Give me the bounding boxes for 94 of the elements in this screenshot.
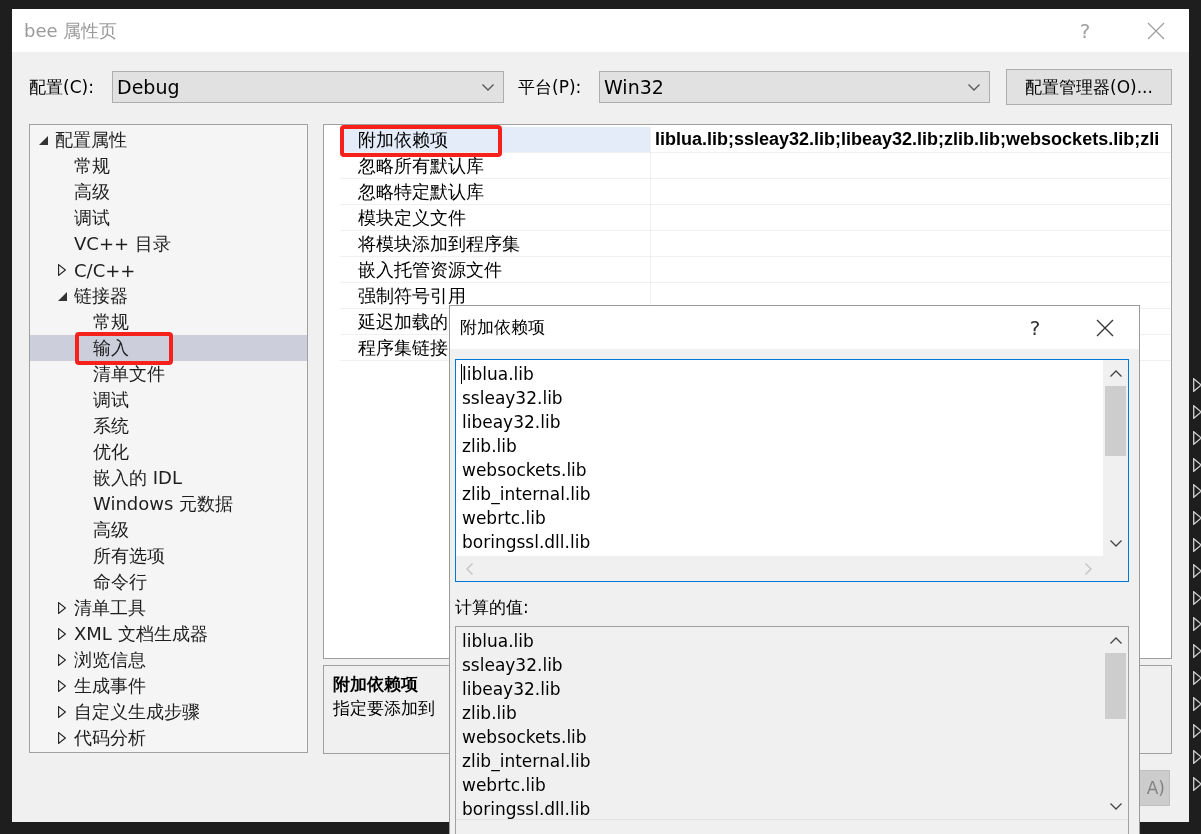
collapsed-arrow-icon[interactable] <box>58 602 66 614</box>
tree-item[interactable]: 浏览信息 <box>30 647 307 673</box>
property-name[interactable]: 忽略特定默认库 <box>340 179 651 205</box>
triangle-icon <box>1193 431 1201 446</box>
text-line: liblua.lib <box>462 363 534 386</box>
tree-item[interactable]: 系统 <box>30 413 307 439</box>
tree-item[interactable]: 链接器 <box>30 283 307 309</box>
platform-label: 平台(P): <box>517 75 583 99</box>
scrollbar-thumb[interactable] <box>1105 386 1126 456</box>
description-text: 指定要添加到 <box>333 697 435 720</box>
tree-item[interactable]: 命令行 <box>30 569 307 595</box>
text-line: boringssl.dll.lib <box>462 531 591 554</box>
expanded-arrow-icon[interactable] <box>38 135 48 145</box>
triangle-icon <box>1193 484 1201 499</box>
scrollbar-thumb[interactable] <box>1105 653 1126 719</box>
dialog-title: 附加依赖项 <box>460 316 545 339</box>
tree-item[interactable]: Windows 元数据 <box>30 491 307 517</box>
text-line: webrtc.lib <box>462 774 546 797</box>
triangle-icon <box>1193 723 1201 738</box>
tree-item[interactable]: 高级 <box>30 179 307 205</box>
close-icon[interactable] <box>1096 318 1114 337</box>
description-title: 附加依赖项 <box>333 673 418 696</box>
text-line: zlib_internal.lib <box>462 483 591 506</box>
triangle-icon <box>1193 697 1201 712</box>
text-line: ssleay32.lib <box>462 654 563 677</box>
text-line: zlib.lib <box>462 702 517 725</box>
tree-item[interactable]: 常规 <box>30 153 307 179</box>
property-name[interactable]: 强制符号引用 <box>340 283 651 309</box>
triangle-icon <box>1193 643 1201 658</box>
property-value: liblua.lib;ssleay32.lib;libeay32.lib;zlib.lib;websockets.lib;zli <box>655 129 1160 150</box>
tree-item[interactable]: VC++ 目录 <box>30 231 307 257</box>
tree-item[interactable]: 配置属性 <box>30 127 307 153</box>
text-line: libeay32.lib <box>462 678 561 701</box>
collapsed-arrow-icon[interactable] <box>58 628 66 640</box>
tree-item[interactable]: 高级 <box>30 517 307 543</box>
expanded-arrow-icon[interactable] <box>57 291 67 301</box>
tree-item[interactable]: 所有选项 <box>30 543 307 569</box>
tree-item[interactable]: 输入 <box>30 335 307 361</box>
triangle-icon <box>1193 670 1201 685</box>
chevron-down-icon[interactable] <box>482 83 494 91</box>
text-line: zlib_internal.lib <box>462 750 591 773</box>
triangle-icon <box>1193 404 1201 419</box>
text-line: webrtc.lib <box>462 507 546 530</box>
config-dropdown[interactable]: Debug <box>112 71 504 103</box>
property-name[interactable]: 嵌入托管资源文件 <box>340 257 651 283</box>
triangle-icon <box>1193 510 1201 525</box>
collapsed-arrow-icon[interactable] <box>58 264 66 276</box>
property-name[interactable]: 模块定义文件 <box>340 205 651 231</box>
tree-item[interactable]: 自定义生成步骤 <box>30 699 307 725</box>
computed-value-label: 计算的值: <box>455 596 529 619</box>
window-title: bee 属性页 <box>24 18 118 43</box>
tree-item[interactable]: C/C++ <box>30 257 307 283</box>
collapsed-arrow-icon[interactable] <box>58 654 66 666</box>
text-line: zlib.lib <box>462 435 517 458</box>
chevron-down-icon[interactable] <box>968 83 980 91</box>
triangle-icon <box>1193 590 1201 605</box>
triangle-icon <box>1193 776 1201 791</box>
collapsed-arrow-icon[interactable] <box>58 706 66 718</box>
tree-item[interactable]: 调试 <box>30 387 307 413</box>
text-line: websockets.lib <box>462 459 587 482</box>
tree-item[interactable]: 代码分析 <box>30 725 307 751</box>
text-line: websockets.lib <box>462 726 587 749</box>
triangle-icon <box>1193 457 1201 472</box>
tree-item[interactable]: 调试 <box>30 205 307 231</box>
help-button[interactable]: ? <box>1012 306 1058 349</box>
property-name[interactable]: 将模块添加到程序集 <box>340 231 651 257</box>
chevron-down-icon[interactable] <box>1109 802 1122 810</box>
collapsed-arrow-icon[interactable] <box>58 680 66 692</box>
triangle-icon <box>1193 378 1201 392</box>
text-line: liblua.lib <box>462 630 534 653</box>
text-field[interactable]: liblua.lib ssleay32.lib libeay32.lib zlib.lib websockets.lib zlib_internal.lib webrtc.lib boringssl.dll.lib <box>455 359 1129 582</box>
collapsed-arrow-icon[interactable] <box>58 732 66 744</box>
config-manager-button[interactable]: 配置管理器(O)... <box>1006 69 1172 105</box>
tree-item[interactable]: 清单工具 <box>30 595 307 621</box>
text-line: libeay32.lib <box>462 411 561 434</box>
triangle-icon <box>1193 750 1201 765</box>
text-line: ssleay32.lib <box>462 387 563 410</box>
tree-item[interactable]: 嵌入的 IDL <box>30 465 307 491</box>
chevron-down-icon[interactable] <box>1109 539 1122 547</box>
tree-item[interactable]: XML 文档生成器 <box>30 621 307 647</box>
triangle-icon <box>1193 564 1201 579</box>
chevron-up-icon[interactable] <box>1109 636 1122 644</box>
tree-item[interactable]: 常规 <box>30 309 307 335</box>
tree-item[interactable]: 生成事件 <box>30 673 307 699</box>
config-label: 配置(C): <box>29 75 95 99</box>
text-line: boringssl.dll.lib <box>462 798 591 821</box>
chevron-up-icon[interactable] <box>1109 369 1122 377</box>
triangle-icon <box>1193 537 1201 552</box>
triangle-icon <box>1193 617 1201 632</box>
property-name[interactable]: 忽略所有默认库 <box>340 153 651 179</box>
vertical-scrollbar[interactable] <box>1103 360 1128 556</box>
tree-item[interactable]: 优化 <box>30 439 307 465</box>
tree-item[interactable]: 清单文件 <box>30 361 307 387</box>
platform-dropdown[interactable]: Win32 <box>599 71 990 103</box>
